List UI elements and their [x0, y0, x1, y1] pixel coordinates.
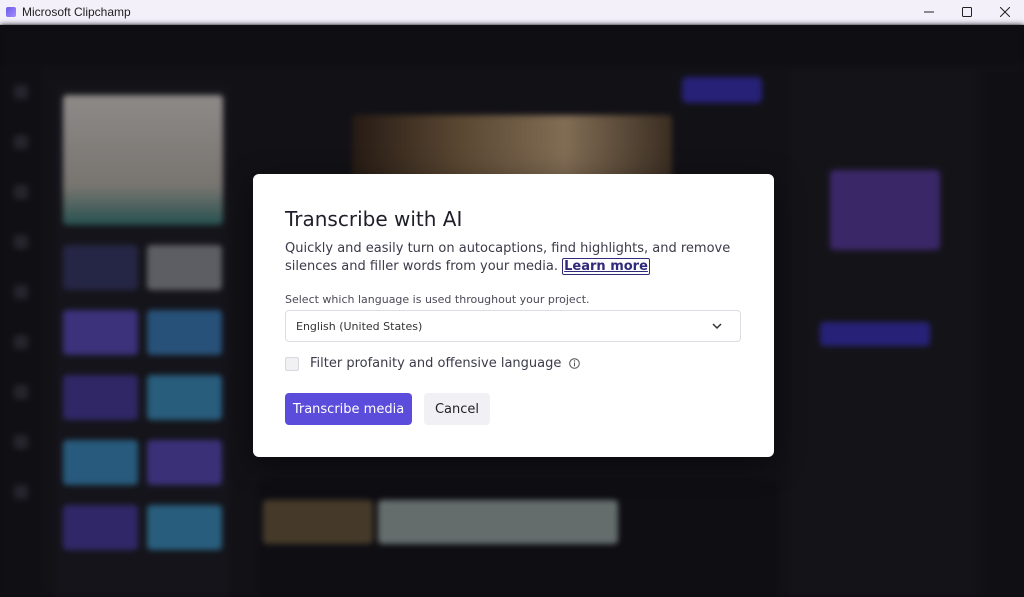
filter-profanity-checkbox[interactable] — [285, 356, 299, 371]
maximize-icon — [962, 7, 972, 17]
language-select-value: English (United States) — [296, 319, 423, 333]
language-select[interactable]: English (United States) — [285, 310, 741, 342]
info-icon[interactable] — [569, 358, 581, 369]
clipchamp-icon — [6, 7, 16, 17]
minimize-icon — [924, 11, 934, 13]
chevron-down-icon — [712, 323, 722, 330]
transcribe-dialog: Transcribe with AI Quickly and easily tu… — [253, 174, 774, 457]
maximize-button[interactable] — [948, 0, 986, 24]
close-icon — [1000, 7, 1010, 17]
dialog-description-text: Quickly and easily turn on autocaptions,… — [285, 241, 731, 274]
filter-profanity-row: Filter profanity and offensive language — [285, 356, 581, 371]
learn-more-link[interactable]: Learn more — [562, 258, 650, 275]
window-titlebar: Microsoft Clipchamp — [0, 0, 1024, 25]
language-label: Select which language is used throughout… — [285, 293, 590, 306]
info-circle-icon — [569, 358, 581, 369]
transcribe-media-button[interactable]: Transcribe media — [285, 393, 412, 425]
dialog-description: Quickly and easily turn on autocaptions,… — [285, 240, 755, 276]
cancel-button[interactable]: Cancel — [424, 393, 490, 425]
window-title: Microsoft Clipchamp — [22, 5, 131, 19]
close-window-button[interactable] — [986, 0, 1024, 24]
dialog-title: Transcribe with AI — [285, 207, 463, 231]
filter-profanity-label: Filter profanity and offensive language — [310, 356, 562, 371]
window-controls — [910, 0, 1024, 24]
minimize-button[interactable] — [910, 0, 948, 24]
